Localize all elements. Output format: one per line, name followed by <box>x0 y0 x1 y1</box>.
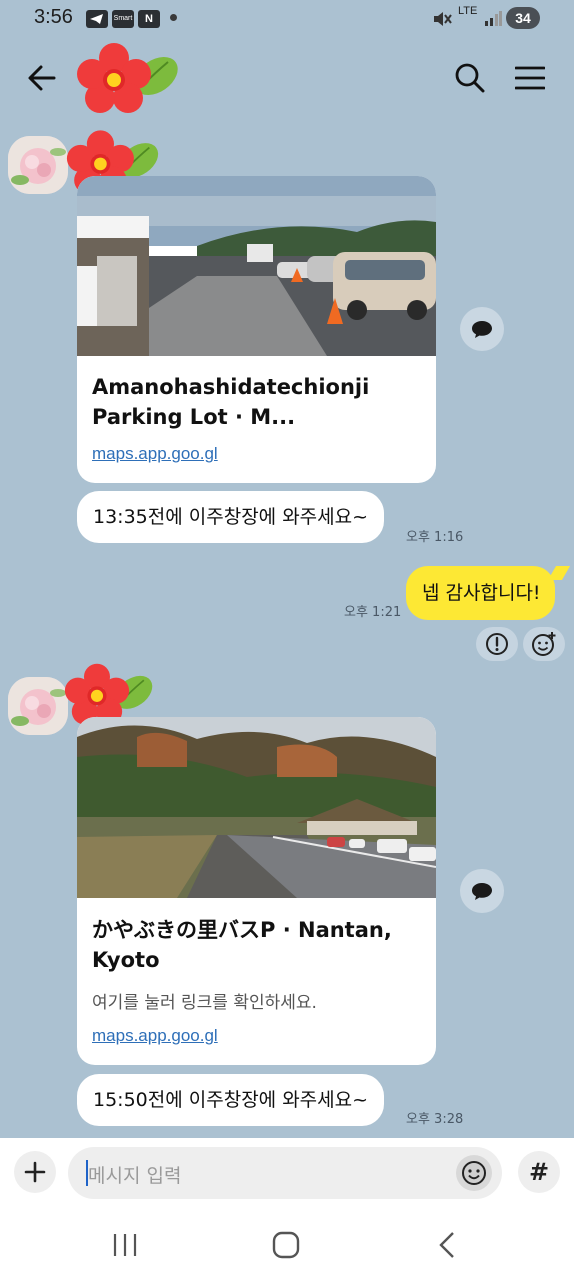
smart-icon: Smart <box>112 10 134 28</box>
avatar[interactable] <box>8 677 68 735</box>
search-button[interactable] <box>452 60 488 96</box>
add-reaction-button[interactable] <box>523 627 565 661</box>
share-button[interactable] <box>460 869 504 913</box>
signal-icon <box>484 10 502 30</box>
n-icon: N <box>138 10 160 28</box>
bubble-tail <box>547 566 571 580</box>
plus-icon <box>24 1161 46 1183</box>
link-preview-card[interactable]: かやぶきの里バスP · Nantan, Kyoto 여기를 눌러 링크를 확인하… <box>77 717 436 1065</box>
hamburger-menu-icon <box>515 66 545 90</box>
message-time: 오후 1:21 <box>344 605 402 620</box>
link-card-url[interactable]: maps.app.goo.gl <box>92 444 218 464</box>
home-icon <box>272 1231 300 1259</box>
message-bubble[interactable]: 15:50전에 이주창장에 와주세요~ <box>77 1074 385 1126</box>
red-flower-icon <box>76 42 182 120</box>
battery-indicator: 34 <box>506 7 540 29</box>
village-thumbnail <box>77 717 436 898</box>
link-card-title: Amanohashidatechionji Parking Lot · M... <box>92 375 370 429</box>
link-card-description: 여기를 눌러 링크를 확인하세요. <box>92 993 317 1013</box>
resend-alert-button[interactable] <box>476 627 518 661</box>
mute-icon <box>432 10 452 32</box>
back-button[interactable] <box>24 60 60 96</box>
message-time: 오후 3:28 <box>406 1112 464 1127</box>
link-card-url[interactable]: maps.app.goo.gl <box>92 1026 218 1046</box>
speech-bubble-icon <box>472 883 492 900</box>
network-type: LTE <box>458 5 478 17</box>
link-card-title: かやぶきの里バスP · Nantan, Kyoto <box>92 918 392 972</box>
emoji-button[interactable] <box>456 1155 492 1191</box>
recent-apps-icon <box>113 1234 137 1256</box>
message-input-placeholder: 메시지 입력 <box>88 1165 182 1187</box>
avatar[interactable] <box>8 136 68 194</box>
chevron-left-icon <box>439 1232 454 1258</box>
message-bubble[interactable]: 13:35전에 이주창장에 와주세요~ <box>77 491 385 543</box>
menu-button[interactable] <box>512 60 548 96</box>
attach-button[interactable] <box>14 1151 56 1193</box>
recent-apps-button[interactable] <box>112 1232 138 1262</box>
telegram-like-icon <box>86 10 108 28</box>
add-emoji-icon <box>532 632 556 656</box>
alert-circle-icon <box>486 633 508 655</box>
share-button[interactable] <box>460 307 504 351</box>
my-message-bubble[interactable]: 넵 감사합니다! <box>406 566 555 620</box>
search-icon <box>455 63 485 93</box>
arrow-left-icon <box>28 65 56 91</box>
message-time: 오후 1:16 <box>406 530 464 545</box>
home-button[interactable] <box>272 1231 300 1263</box>
link-preview-card[interactable]: Amanohashidatechionji Parking Lot · M...… <box>77 176 436 483</box>
back-nav-button[interactable] <box>436 1231 458 1263</box>
hashtag-button[interactable]: # <box>518 1151 560 1193</box>
notification-dot-icon <box>170 14 177 21</box>
status-time: 3:56 <box>34 6 73 28</box>
emoji-icon <box>462 1161 486 1185</box>
speech-bubble-icon <box>472 321 492 338</box>
